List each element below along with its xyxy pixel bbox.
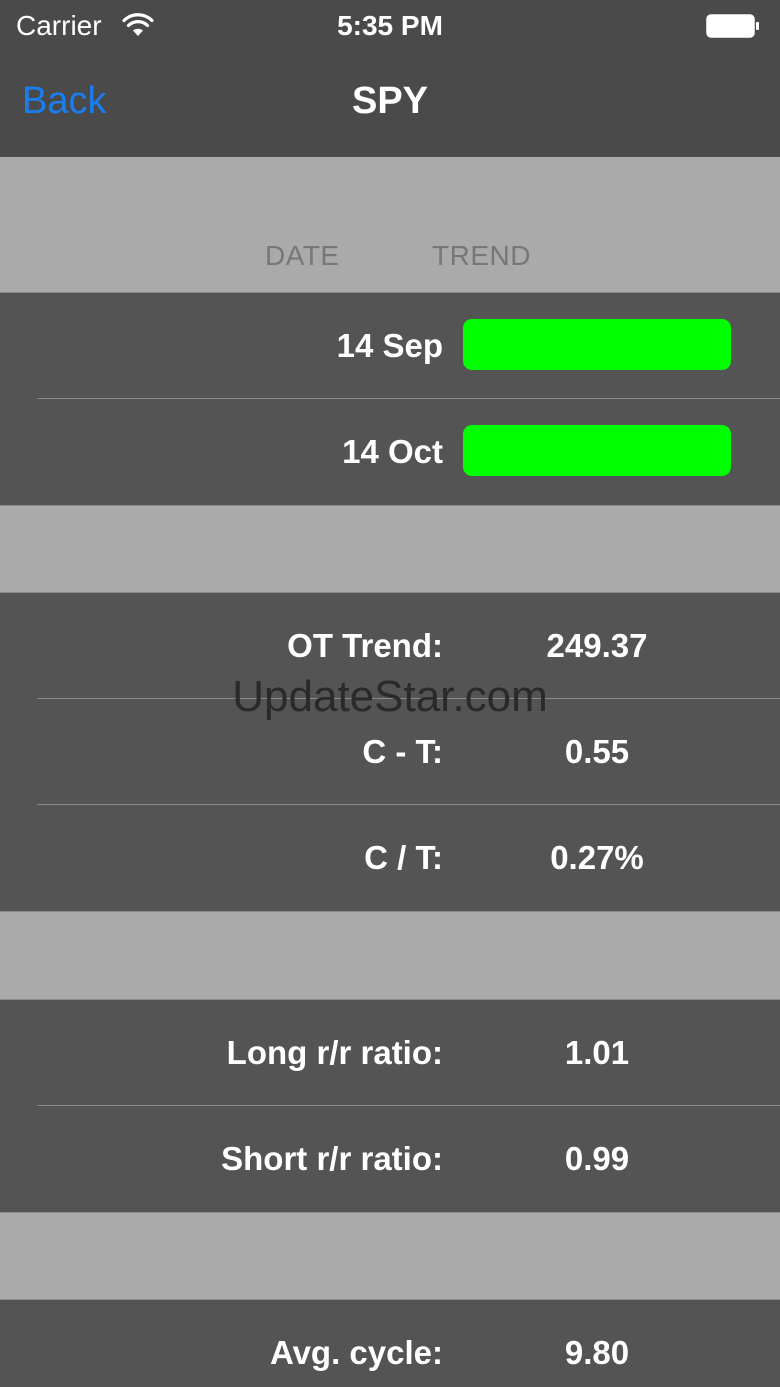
page-title: SPY bbox=[351, 80, 429, 122]
app-screen: Carrier 5:35 PM Back SPY DATE TREND 14 S… bbox=[0, 0, 780, 1387]
status-bar: Carrier 5:35 PM bbox=[0, 0, 780, 54]
ratio-label: Long r/r ratio: bbox=[226, 1034, 443, 1071]
ratio-value: 0.99 bbox=[564, 1140, 630, 1177]
cycle-value: 9.80 bbox=[564, 1334, 630, 1371]
column-header-date: DATE bbox=[265, 240, 340, 271]
metric-row-c-minus-t[interactable]: C - T: 0.55 bbox=[0, 699, 780, 805]
trend-date-label: 14 Oct bbox=[342, 433, 443, 470]
cycle-label: Avg. cycle: bbox=[269, 1334, 443, 1371]
metric-value: 249.37 bbox=[546, 627, 648, 664]
ratio-value: 1.01 bbox=[564, 1034, 630, 1071]
navigation-bar: Back SPY bbox=[0, 54, 780, 157]
metric-value: 0.55 bbox=[564, 733, 630, 770]
trend-date-label: 14 Sep bbox=[336, 327, 443, 364]
ratio-label: Short r/r ratio: bbox=[221, 1140, 443, 1177]
metrics-section: OT Trend: 249.37 C - T: 0.55 C / T: 0.27… bbox=[0, 592, 780, 912]
top-bar: Carrier 5:35 PM Back SPY bbox=[0, 0, 780, 157]
trend-section: 14 Sep 14 Oct bbox=[0, 292, 780, 506]
trend-row[interactable]: 14 Oct bbox=[0, 399, 780, 505]
ratio-row-short[interactable]: Short r/r ratio: 0.99 bbox=[0, 1106, 780, 1212]
cycle-row-avg[interactable]: Avg. cycle: 9.80 bbox=[0, 1300, 780, 1387]
metric-row-c-over-t[interactable]: C / T: 0.27% bbox=[0, 805, 780, 911]
trend-indicator-bar bbox=[463, 425, 731, 476]
trend-indicator-bar bbox=[463, 319, 731, 370]
metric-label: C / T: bbox=[364, 839, 443, 876]
ratios-section: Long r/r ratio: 1.01 Short r/r ratio: 0.… bbox=[0, 999, 780, 1213]
back-button[interactable]: Back bbox=[22, 80, 106, 123]
ratio-row-long[interactable]: Long r/r ratio: 1.01 bbox=[0, 1000, 780, 1106]
cycle-section: Avg. cycle: 9.80 bbox=[0, 1299, 780, 1387]
trend-row[interactable]: 14 Sep bbox=[0, 293, 780, 399]
metric-label: C - T: bbox=[362, 733, 443, 770]
metric-row-ot-trend[interactable]: OT Trend: 249.37 bbox=[0, 593, 780, 699]
battery-full-icon bbox=[706, 14, 759, 38]
metric-value: 0.27% bbox=[550, 839, 644, 876]
metric-label: OT Trend: bbox=[287, 627, 443, 664]
status-time: 5:35 PM bbox=[337, 10, 443, 41]
column-header-trend: TREND bbox=[432, 240, 531, 271]
